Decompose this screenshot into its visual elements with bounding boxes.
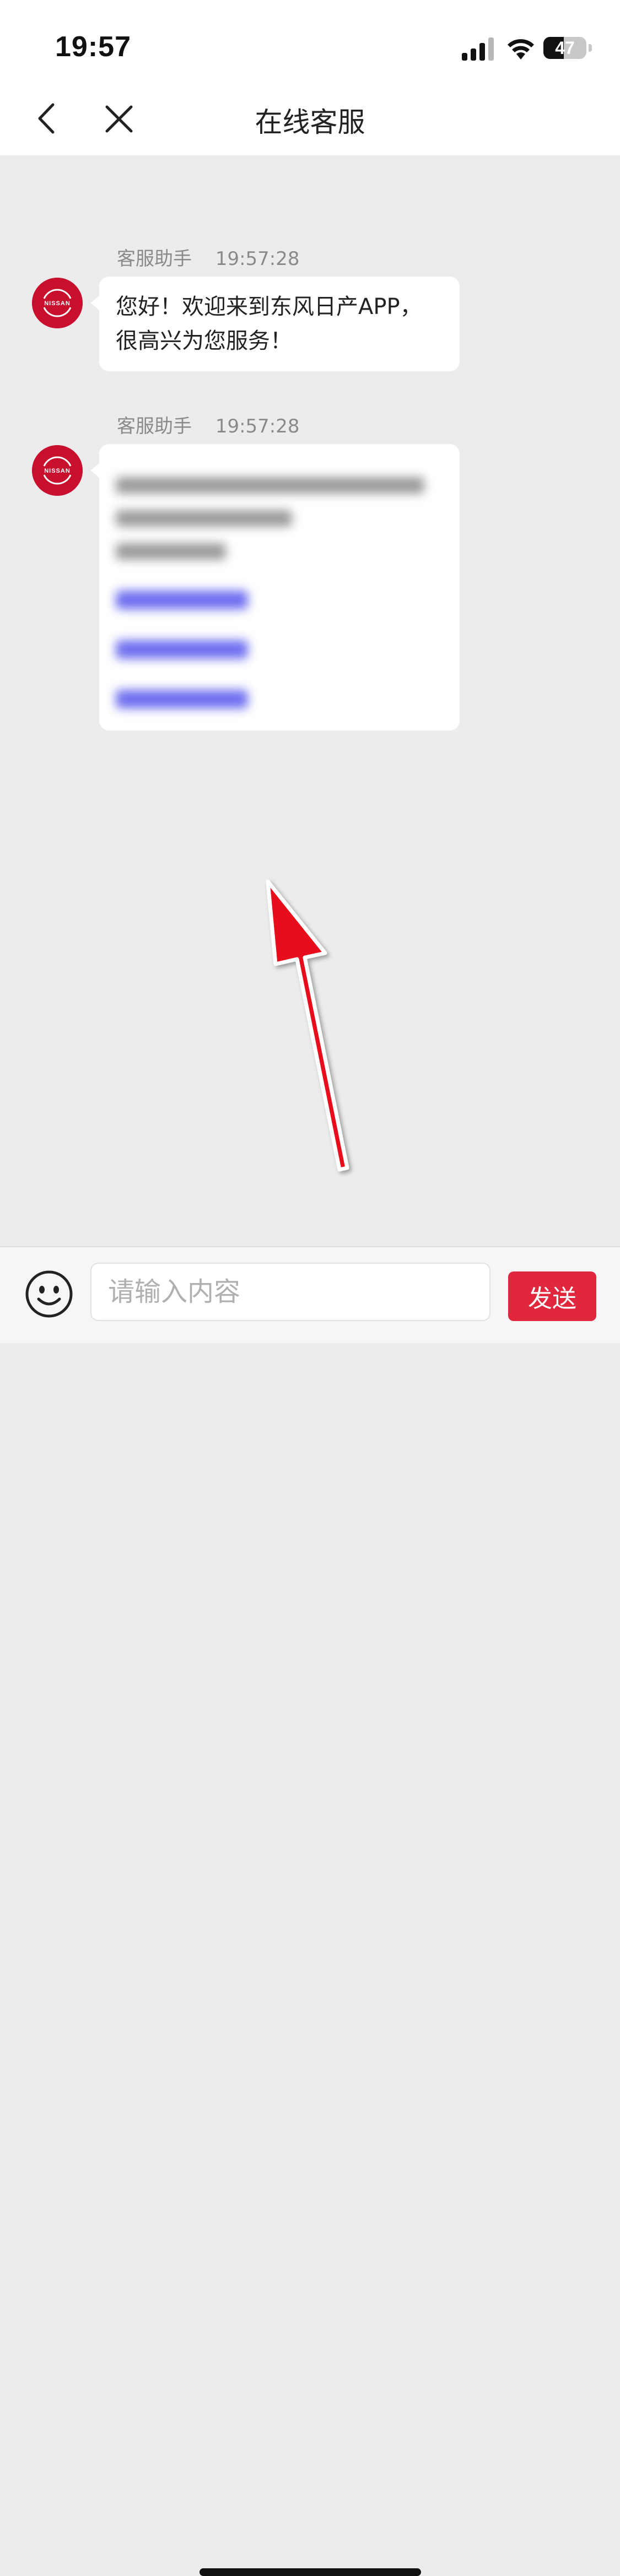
svg-text:NISSAN: NISSAN [44,468,71,474]
blurred-text-line [116,543,226,560]
message-bubble[interactable]: 您好！欢迎来到东风日产APP，很高兴为您服务！ [90,277,460,371]
blurred-text-line [116,510,292,527]
battery-level: 47 [555,38,575,58]
signal-icon [462,37,494,61]
wifi-icon [508,39,534,59]
svg-text:NISSAN: NISSAN [44,300,71,307]
send-button[interactable]: 发送 [508,1271,596,1321]
message-header: 客服助手 19:57:28 [117,243,300,270]
message-text: 您好！欢迎来到东风日产APP，很高兴为您服务！ [116,294,422,354]
message-time: 19:57:28 [215,248,300,270]
bubble-tail [90,463,100,478]
status-bar: 19:57 47 [0,0,620,83]
message-time: 19:57:28 [215,415,300,437]
nissan-logo-avatar[interactable]: NISSAN [32,278,83,328]
red-arrow-annotation [266,879,349,1172]
message-sender: 客服助手 [117,248,192,270]
battery-tip [589,44,592,52]
blurred-message-bubble[interactable] [90,444,460,730]
battery-icon: 47 [543,37,586,59]
blurred-link[interactable] [116,640,248,659]
blurred-link[interactable] [116,591,248,609]
nissan-logo-avatar[interactable]: NISSAN [32,445,83,496]
page-title: 在线客服 [255,106,365,138]
blurred-content [116,461,443,719]
blurred-link[interactable] [116,690,248,708]
blurred-text-line [116,477,424,494]
emoji-icon[interactable] [24,1269,74,1319]
home-indicator [200,2568,421,2576]
message-sender: 客服助手 [117,415,192,437]
input-bar: 发送 [0,1246,620,2576]
status-time: 19:57 [55,31,131,63]
nav-bar: 在线客服 [0,83,620,155]
message-input[interactable] [90,1263,490,1321]
bubble-tail [90,295,100,311]
message-header: 客服助手 19:57:28 [117,411,300,438]
